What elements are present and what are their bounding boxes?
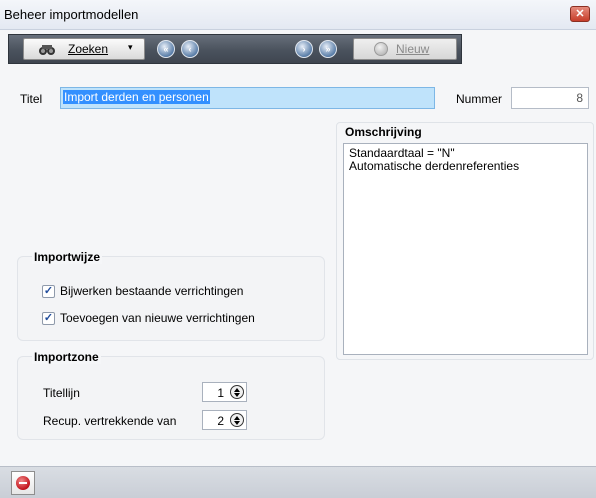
bottom-bar <box>0 466 596 498</box>
search-button[interactable]: Zoeken ▾ <box>23 38 145 60</box>
recup-stepper[interactable]: 2 <box>202 410 247 430</box>
omschrijving-line: Automatische derdenreferenties <box>349 159 520 173</box>
titel-label: Titel <box>20 92 43 106</box>
importzone-title: Importzone <box>32 350 101 364</box>
nav-next-icon: › <box>302 44 306 54</box>
nav-last-icon: » <box>325 44 331 54</box>
close-icon: ✕ <box>575 8 585 20</box>
importzone-group: Importzone Titellijn 1 Recup. vertrekken… <box>17 350 325 440</box>
spinner-arrows-icon[interactable] <box>230 385 244 399</box>
nav-first-icon: « <box>163 44 169 54</box>
bijwerken-label: Bijwerken bestaande verrichtingen <box>60 284 244 298</box>
check-icon: ✓ <box>43 285 54 297</box>
importwijze-title: Importwijze <box>32 250 103 264</box>
recup-value: 2 <box>217 414 224 428</box>
nummer-label: Nummer <box>456 92 503 106</box>
importwijze-group: Importwijze ✓ Bijwerken bestaande verric… <box>17 250 325 341</box>
check-icon: ✓ <box>43 312 54 324</box>
chevron-down-icon: ▾ <box>128 42 133 52</box>
nummer-input[interactable]: 8 <box>511 87 589 109</box>
omschrijving-group: Omschrijving Standaardtaal = "N" Automat… <box>336 122 594 360</box>
stop-button[interactable] <box>11 471 35 495</box>
window: Beheer importmodellen ✕ Zoeken ▾ « ‹ › »… <box>0 0 596 498</box>
nav-previous-icon: ‹ <box>188 44 192 54</box>
nav-previous-button[interactable]: ‹ <box>181 40 199 58</box>
nummer-input-value: 8 <box>576 91 583 105</box>
title-bar: Beheer importmodellen ✕ <box>0 0 596 30</box>
titellijn-label: Titellijn <box>43 386 80 400</box>
spinner-arrows-icon[interactable] <box>230 413 244 427</box>
titellijn-value: 1 <box>217 386 224 400</box>
search-button-label: Zoeken <box>68 42 109 56</box>
nav-last-button[interactable]: » <box>319 40 337 58</box>
new-icon <box>374 42 388 56</box>
new-button[interactable]: Nieuw <box>353 38 457 60</box>
stop-icon <box>16 476 30 490</box>
close-button[interactable]: ✕ <box>570 6 590 22</box>
toevoegen-label: Toevoegen van nieuwe verrichtingen <box>60 311 255 325</box>
new-button-label: Nieuw <box>396 42 430 56</box>
nav-first-button[interactable]: « <box>157 40 175 58</box>
titellijn-stepper[interactable]: 1 <box>202 382 247 402</box>
binoculars-icon <box>39 45 55 55</box>
nav-next-button[interactable]: › <box>295 40 313 58</box>
omschrijving-title: Omschrijving <box>345 125 422 139</box>
toevoegen-checkbox[interactable]: ✓ <box>42 312 55 325</box>
toolbar: Zoeken ▾ « ‹ › » Nieuw <box>8 34 462 64</box>
titel-input-value: Import derden en personen <box>63 90 210 104</box>
window-title: Beheer importmodellen <box>4 7 139 22</box>
recup-label: Recup. vertrekkende van <box>43 414 177 428</box>
omschrijving-textarea[interactable]: Standaardtaal = "N" Automatische derdenr… <box>343 143 588 355</box>
titel-input[interactable]: Import derden en personen <box>60 87 435 109</box>
bijwerken-checkbox[interactable]: ✓ <box>42 285 55 298</box>
